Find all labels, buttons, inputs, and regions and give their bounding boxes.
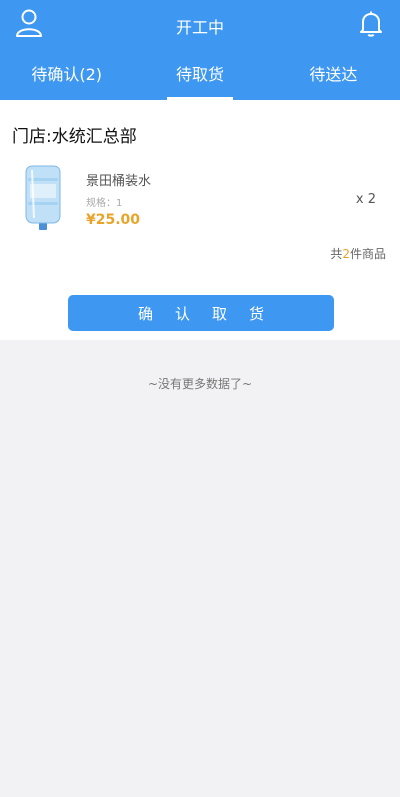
total-prefix: 共: [330, 247, 343, 261]
tab-pending-delivery[interactable]: 待送达: [267, 52, 400, 100]
product-spec: 规格：1: [86, 198, 123, 209]
page-title: 开工中: [175, 18, 224, 37]
product-name: 景田桶装水: [86, 174, 152, 189]
tab-pending-confirm[interactable]: 待确认(2): [0, 52, 133, 100]
store-name: 门店:水统汇总部: [12, 127, 137, 147]
top-bar: 开工中: [0, 0, 400, 52]
total-suffix: 件商品: [349, 247, 386, 261]
water-bottle-image[interactable]: [20, 162, 66, 232]
bell-icon[interactable]: [358, 10, 384, 38]
item-total: 共2件商品: [330, 245, 386, 262]
confirm-pickup-button[interactable]: 确认取货: [68, 295, 334, 331]
status-tabs: 待确认(2) 待取货 待送达: [0, 52, 400, 100]
total-count: 2: [342, 247, 350, 261]
product-quantity: x 2: [355, 192, 376, 207]
tab-pending-pickup[interactable]: 待取货: [133, 52, 266, 100]
app-header: 开工中 待确认(2) 待取货 待送达: [0, 0, 400, 100]
order-card: 门店:水统汇总部 景田桶装水 规格：1 ¥25.00 x 2 共2件商品 确认取…: [0, 100, 400, 340]
no-more-data-text: ~没有更多数据了~: [147, 377, 253, 391]
product-price: ¥25.00: [86, 212, 141, 228]
